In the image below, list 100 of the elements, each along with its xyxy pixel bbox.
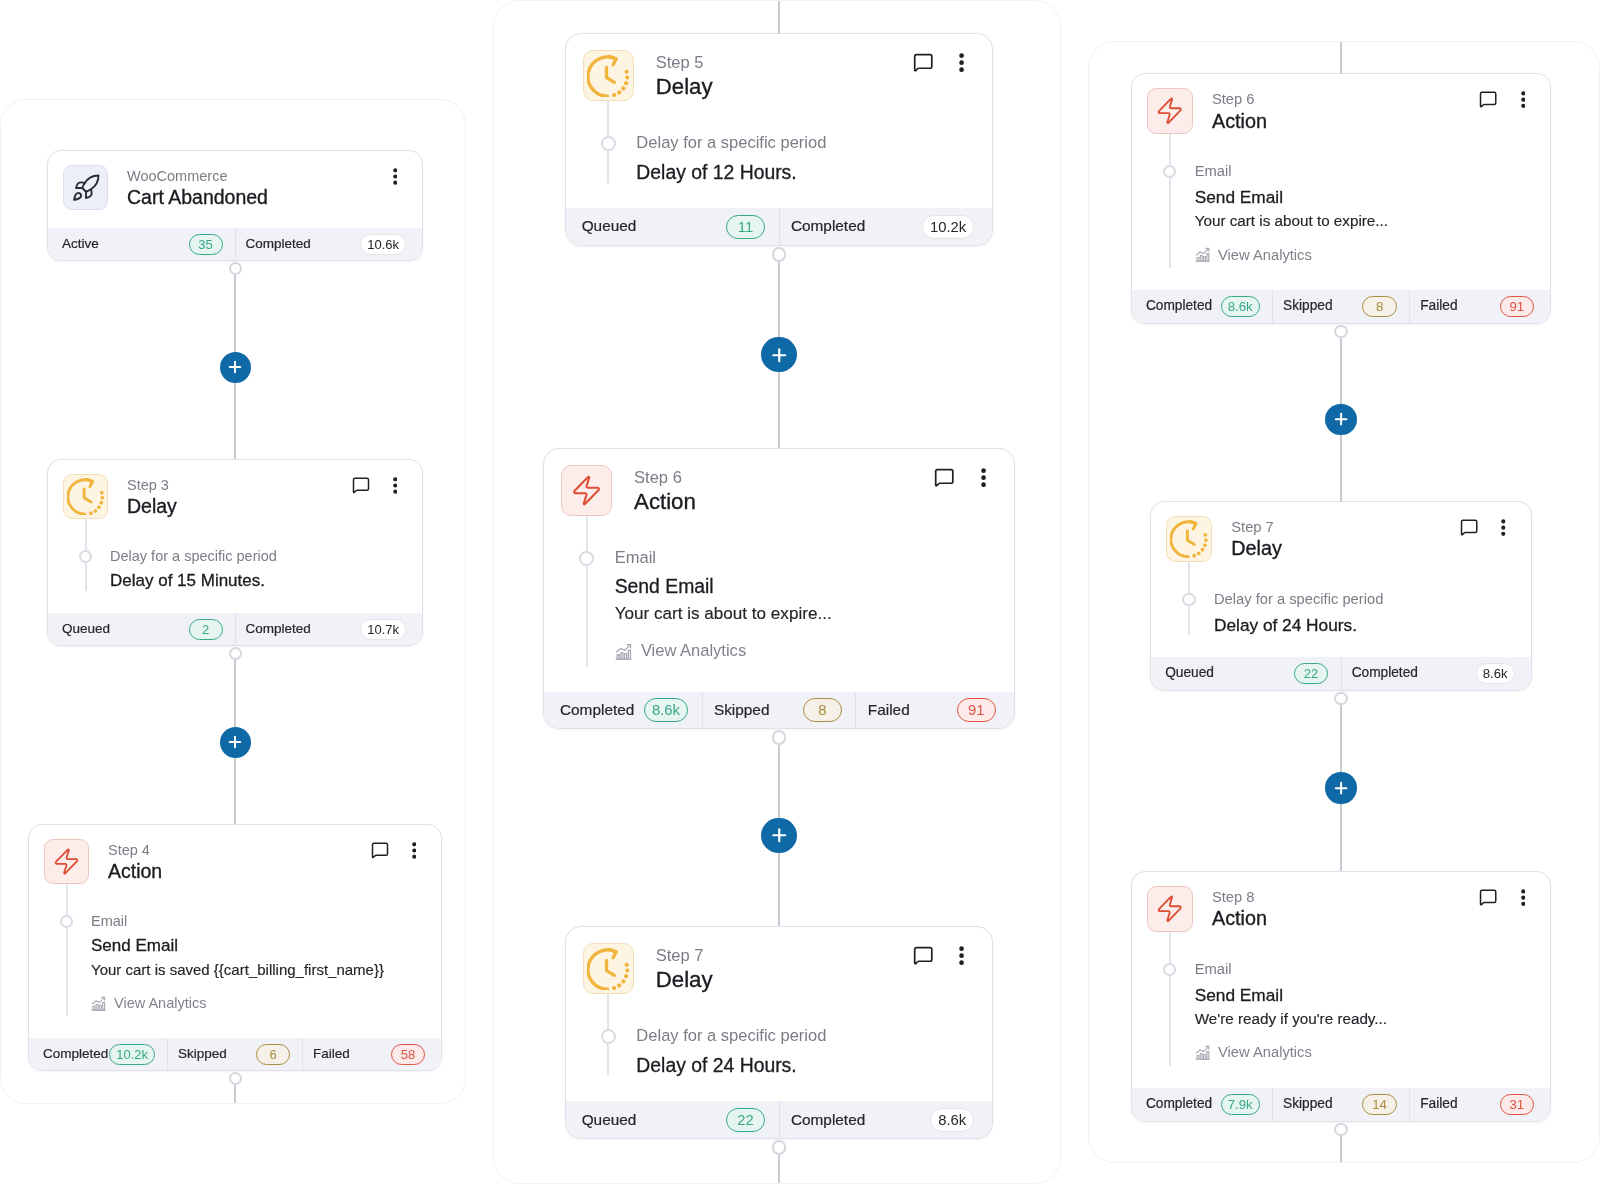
view-analytics-link[interactable]: View Analytics (1194, 1043, 1312, 1062)
clock-icon (63, 474, 108, 519)
stat-count: 22 (1293, 662, 1329, 685)
ring-icon (79, 549, 92, 563)
comment-icon (1459, 518, 1479, 537)
step-title: Action (1211, 108, 1267, 133)
email-subject: Your cart is about to expire... (1194, 212, 1389, 231)
ring-icon (228, 1072, 242, 1085)
comment-icon (934, 467, 955, 488)
stat-count: 10.7k (360, 618, 406, 640)
view-analytics-link[interactable]: View Analytics (614, 641, 747, 662)
connector-line (234, 660, 236, 727)
stat-label: Completed (1351, 665, 1418, 682)
ring-icon (771, 246, 787, 262)
ring-icon (579, 550, 595, 566)
email-subject: Your cart is about to expire... (614, 603, 832, 625)
stat-count: 2 (188, 618, 223, 640)
step-title: Action (1211, 906, 1267, 931)
stat-count: 31 (1499, 1093, 1535, 1115)
stat-label: Skipped (1283, 1096, 1333, 1113)
comment-icon (352, 476, 370, 494)
ring-icon (228, 262, 242, 275)
dots-vertical-icon (1501, 518, 1506, 536)
view-analytics-link[interactable]: View Analytics (91, 994, 207, 1012)
ring-icon (601, 1029, 616, 1044)
stat-label: Skipped (178, 1046, 227, 1062)
stat-count: 14 (1362, 1093, 1397, 1115)
add-step-button[interactable] (1325, 403, 1357, 436)
action-type: Email (1194, 960, 1232, 979)
step-label: Step 8 (1211, 889, 1256, 907)
connector-line (234, 1085, 236, 1103)
delay-duration: Delay of 15 Minutes. (110, 571, 265, 591)
stat-count: 8 (1362, 295, 1397, 318)
step-title: Delay (655, 965, 713, 994)
email-subject: Your cart is saved {{cart_billing_first_name}} (91, 961, 384, 979)
stat-count: 10.6k (360, 233, 406, 255)
delay-type: Delay for a specific period (110, 547, 277, 565)
delay-duration: Delay of 12 Hours. (636, 160, 797, 184)
stat-count: 10.2k (109, 1043, 155, 1065)
ring-icon (228, 647, 242, 660)
stat-label: Queued (581, 217, 637, 236)
step-title: Action (108, 859, 163, 883)
stat-label: Completed (245, 621, 311, 637)
connector-line (1340, 435, 1342, 501)
step-label: Step 4 (108, 842, 151, 859)
comment-icon (912, 945, 934, 966)
clock-icon (582, 943, 635, 995)
add-step-button[interactable] (219, 351, 251, 383)
stat-count: 91 (956, 697, 996, 722)
stat-count: 8 (803, 697, 842, 722)
connector-line (1340, 704, 1342, 773)
add-step-button[interactable] (219, 726, 251, 758)
stat-label: Skipped (713, 700, 770, 719)
stat-count: 8.6k (1220, 295, 1260, 318)
plus-icon (226, 733, 244, 751)
action-type: Email (1194, 162, 1232, 181)
stat-label: Completed (1145, 1096, 1213, 1113)
email-name: Send Email (91, 936, 178, 956)
lightning-icon (1146, 885, 1193, 932)
step-title: Cart Abandoned (127, 185, 268, 209)
step-title: Delay (1231, 536, 1282, 561)
ring-icon (771, 1140, 787, 1155)
comment-icon (1479, 90, 1498, 109)
step-title: Delay (655, 72, 713, 101)
view-analytics-link[interactable]: View Analytics (1194, 245, 1312, 264)
delay-type: Delay for a specific period (1213, 590, 1384, 609)
email-subject: We're ready if you're ready... (1194, 1009, 1388, 1029)
step-label: Step 7 (1231, 519, 1275, 537)
stat-count: 22 (726, 1107, 765, 1132)
plus-icon (226, 358, 244, 376)
add-step-button[interactable] (1325, 772, 1357, 804)
dots-vertical-icon (392, 167, 398, 185)
add-step-button[interactable] (761, 817, 797, 854)
comment-icon (371, 841, 389, 859)
stat-label: Completed (1145, 298, 1213, 315)
stat-label: Failed (1420, 298, 1458, 315)
ring-icon (771, 730, 787, 745)
stat-count: 35 (188, 233, 223, 255)
add-step-button[interactable] (761, 337, 797, 373)
ring-icon (601, 136, 616, 151)
ring-icon (1163, 962, 1177, 976)
stat-label: Skipped (1283, 298, 1333, 315)
stat-count: 8.6k (644, 697, 688, 722)
connector-line (1340, 338, 1342, 404)
step-label: Step 7 (655, 946, 705, 966)
stat-label: Completed (559, 700, 635, 719)
lightning-icon (561, 464, 613, 517)
email-name: Send Email (1194, 186, 1283, 208)
dots-vertical-icon (1520, 888, 1526, 906)
step-label: WooCommerce (127, 168, 229, 185)
step-label: Step 3 (127, 477, 170, 494)
step-label: Step 6 (634, 468, 683, 488)
stat-count: 10.2k (922, 214, 975, 239)
stat-count: 8.6k (930, 1107, 975, 1132)
chart-icon (1194, 247, 1210, 263)
connector-line (234, 757, 236, 824)
dots-vertical-icon (411, 841, 417, 859)
stat-label: Completed (790, 217, 866, 236)
chart-icon (614, 643, 632, 661)
rocket-icon (63, 165, 108, 210)
